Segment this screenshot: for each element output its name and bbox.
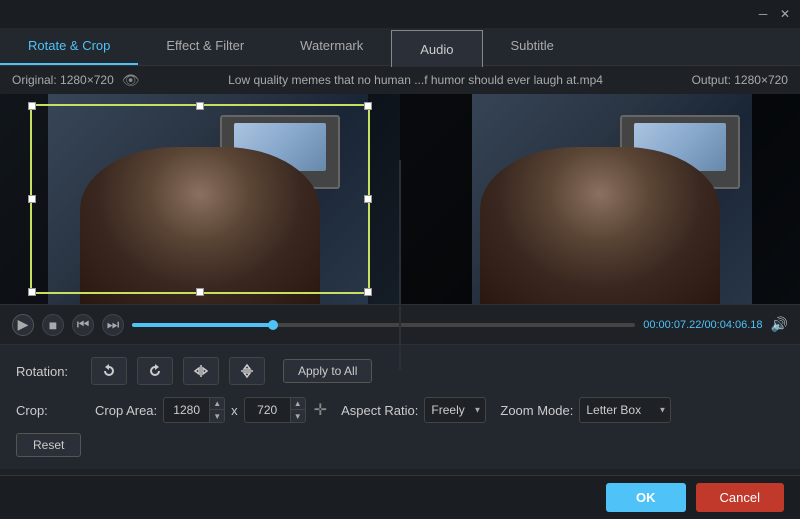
crop-width-down[interactable]: ▼ <box>210 410 224 423</box>
crop-height-arrows: ▲ ▼ <box>290 397 305 423</box>
next-button[interactable]: ⏭ <box>102 314 124 336</box>
timeline[interactable] <box>132 323 635 327</box>
zoom-mode-select[interactable]: Letter Box Pan & Scan Full <box>579 397 671 423</box>
crop-width-up[interactable]: ▲ <box>210 397 224 410</box>
timeline-thumb[interactable] <box>268 320 278 330</box>
rotate-cw-button[interactable] <box>137 357 173 385</box>
aspect-ratio-group: Aspect Ratio: Freely 16:9 4:3 1:1 <box>341 397 486 423</box>
crop-height-up[interactable]: ▲ <box>291 397 305 410</box>
crop-height-down[interactable]: ▼ <box>291 410 305 423</box>
tab-bar: Rotate & Crop Effect & Filter Watermark … <box>0 28 800 66</box>
zoom-mode-label: Zoom Mode: <box>500 403 573 418</box>
play-button[interactable]: ▶ <box>12 314 34 336</box>
rotate-ccw-button[interactable] <box>91 357 127 385</box>
bottom-bar: OK Cancel <box>0 475 800 519</box>
video-preview-left <box>0 94 400 304</box>
eye-icon[interactable]: 👁 <box>122 72 140 89</box>
crop-width-input-group: ▲ ▼ <box>163 397 225 423</box>
minimize-button[interactable]: ─ <box>756 7 770 21</box>
crop-area-group: Crop Area: ▲ ▼ x ▲ ▼ ✛ <box>95 397 327 423</box>
reset-row: Reset <box>16 433 784 457</box>
info-bar: Original: 1280×720 👁 Low quality memes t… <box>0 66 800 94</box>
filename: Low quality memes that no human ...f hum… <box>228 73 603 87</box>
x-separator: x <box>231 403 238 418</box>
cancel-button[interactable]: Cancel <box>696 483 784 512</box>
ok-button[interactable]: OK <box>606 483 686 512</box>
volume-icon[interactable]: 🔊 <box>771 316 788 333</box>
title-bar: ─ ✕ <box>0 0 800 28</box>
rotation-label: Rotation: <box>16 364 81 379</box>
stop-button[interactable]: ■ <box>42 314 64 336</box>
aspect-ratio-label: Aspect Ratio: <box>341 403 418 418</box>
tab-audio[interactable]: Audio <box>391 30 482 67</box>
aspect-ratio-select[interactable]: Freely 16:9 4:3 1:1 <box>424 397 486 423</box>
time-current: 00:00:07.22 <box>643 319 701 331</box>
zoom-mode-group: Zoom Mode: Letter Box Pan & Scan Full <box>500 397 671 423</box>
crop-width-input[interactable] <box>164 403 209 417</box>
apply-to-all-button[interactable]: Apply to All <box>283 359 372 383</box>
video-divider <box>399 160 401 370</box>
time-total: 00:04:06.18 <box>704 319 762 331</box>
flip-horizontal-button[interactable] <box>183 357 219 385</box>
crop-height-input[interactable] <box>245 403 290 417</box>
flip-vertical-button[interactable] <box>229 357 265 385</box>
crop-area-label: Crop Area: <box>95 403 157 418</box>
crop-center-icon[interactable]: ✛ <box>314 400 327 420</box>
reset-button[interactable]: Reset <box>16 433 81 457</box>
timeline-progress <box>132 323 273 327</box>
crop-label: Crop: <box>16 403 81 418</box>
original-resolution: Original: 1280×720 <box>12 73 114 87</box>
tab-rotate-crop[interactable]: Rotate & Crop <box>0 28 138 65</box>
time-display: 00:00:07.22/00:04:06.18 <box>643 319 762 331</box>
video-area <box>0 94 800 304</box>
output-resolution: Output: 1280×720 <box>692 73 788 87</box>
crop-row: Crop: Crop Area: ▲ ▼ x ▲ ▼ ✛ Aspect Ra <box>16 397 784 423</box>
crop-height-input-group: ▲ ▼ <box>244 397 306 423</box>
close-button[interactable]: ✕ <box>778 7 792 21</box>
tab-effect-filter[interactable]: Effect & Filter <box>138 28 272 65</box>
tab-subtitle[interactable]: Subtitle <box>483 28 582 65</box>
video-preview-right <box>400 94 800 304</box>
prev-button[interactable]: ⏮ <box>72 314 94 336</box>
tab-watermark[interactable]: Watermark <box>272 28 391 65</box>
crop-width-arrows: ▲ ▼ <box>209 397 224 423</box>
